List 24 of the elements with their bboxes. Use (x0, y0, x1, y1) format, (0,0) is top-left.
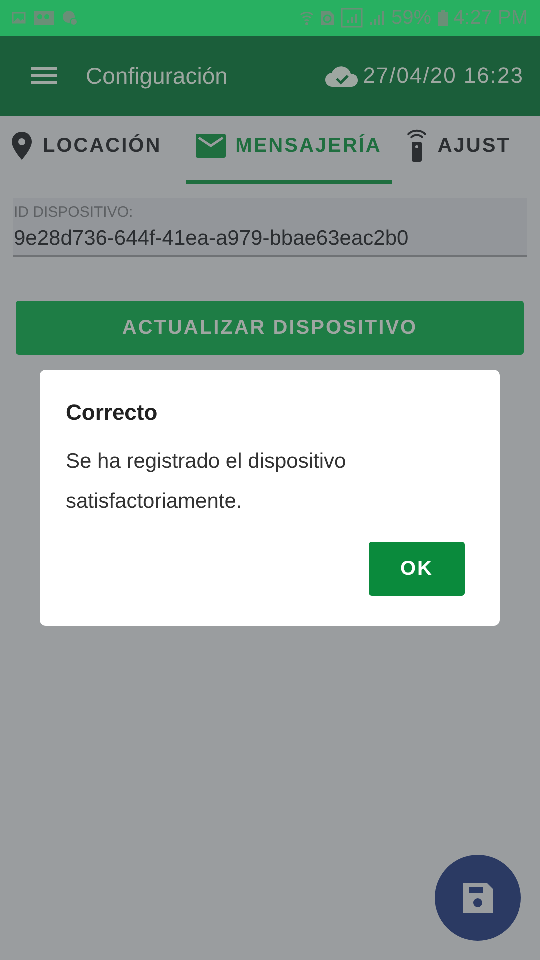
battery-percent: 59% (391, 6, 432, 30)
image-icon (12, 11, 26, 25)
sync-icon (320, 10, 336, 26)
tab[interactable]: LOCACIÓN (11, 116, 172, 184)
notification-icon (62, 10, 78, 26)
dialog-message: Se ha registrado el dispositivo satisfactoriamente. (66, 449, 348, 515)
dialog-title: Correcto (66, 400, 159, 426)
wifi-icon (300, 10, 314, 26)
voicemail-icon (34, 10, 54, 26)
ok-button[interactable]: OK (369, 542, 465, 596)
signal-icon (341, 8, 364, 28)
clock: 4:27 PM (454, 6, 528, 30)
battery-icon (438, 10, 448, 26)
save-icon (461, 881, 495, 915)
menu-icon (30, 66, 58, 86)
screen-title: Configuración (86, 62, 229, 90)
menu-button[interactable] (30, 66, 58, 86)
pin-icon (11, 131, 33, 161)
cloud-check-icon (325, 64, 360, 88)
sync-time: 27/04/20 16:23 (363, 63, 524, 89)
mail-icon (196, 134, 226, 158)
signal-icon (369, 10, 386, 26)
tab[interactable]: AJUST (406, 116, 511, 184)
remote-icon (406, 129, 428, 163)
